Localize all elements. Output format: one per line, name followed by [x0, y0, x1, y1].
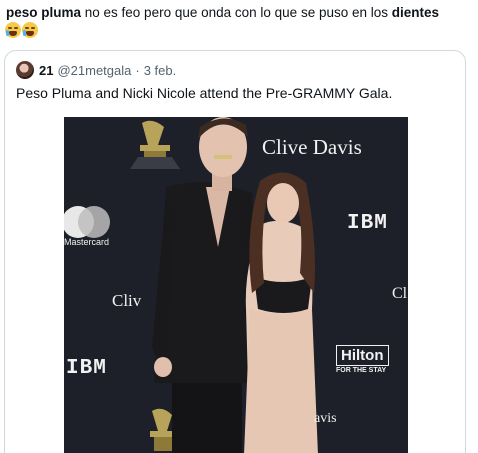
tweet-text-bold-1: peso pluma	[6, 5, 82, 20]
backdrop-logo-davis-partial: avis	[314, 411, 337, 426]
quoted-tweet-text: Peso Pluma and Nicki Nicole attend the P…	[16, 85, 393, 101]
backdrop-logo-ibm: IBM	[347, 212, 388, 235]
separator-dot: ·	[135, 62, 140, 78]
backdrop-logo-hilton-tagline: FOR THE STAY	[336, 367, 387, 374]
backdrop-logo-mastercard: Mastercard	[64, 237, 110, 247]
tweet-text-bold-2: dientes	[391, 5, 440, 20]
backdrop-logo-hilton: Hilton	[336, 345, 389, 366]
photo-illustration	[64, 117, 408, 453]
author-name[interactable]: 21	[39, 63, 53, 78]
woman-figure	[244, 172, 318, 453]
avatar[interactable]	[16, 61, 34, 79]
red-carpet-photo[interactable]: Clive Davis IBM Mastercard Cliv Cl Hilto…	[64, 117, 408, 453]
author-handle[interactable]: @21metgala	[57, 63, 131, 78]
backdrop-logo-cl-partial: Cl	[392, 285, 408, 302]
quoted-tweet-header: 21 @21metgala · 3 feb.	[16, 61, 176, 79]
quoted-tweet-card[interactable]: 21 @21metgala · 3 feb. Peso Pluma and Ni…	[4, 50, 466, 453]
tweet-text-mid: no es feo pero que onda con lo que se pu…	[81, 5, 392, 20]
crying-face-emoji-icon	[22, 22, 38, 38]
backdrop-logo-clive-davis: Clive Davis	[262, 135, 362, 159]
tweet-date[interactable]: 3 feb.	[144, 63, 177, 78]
emoji-row	[5, 22, 38, 38]
backdrop-logo-clive-partial: Cliv	[112, 291, 142, 310]
tweet-text: peso pluma no es feo pero que onda con l…	[6, 4, 472, 21]
backdrop-logo-ibm-2: IBM	[66, 357, 107, 380]
crying-face-emoji-icon	[5, 22, 21, 38]
